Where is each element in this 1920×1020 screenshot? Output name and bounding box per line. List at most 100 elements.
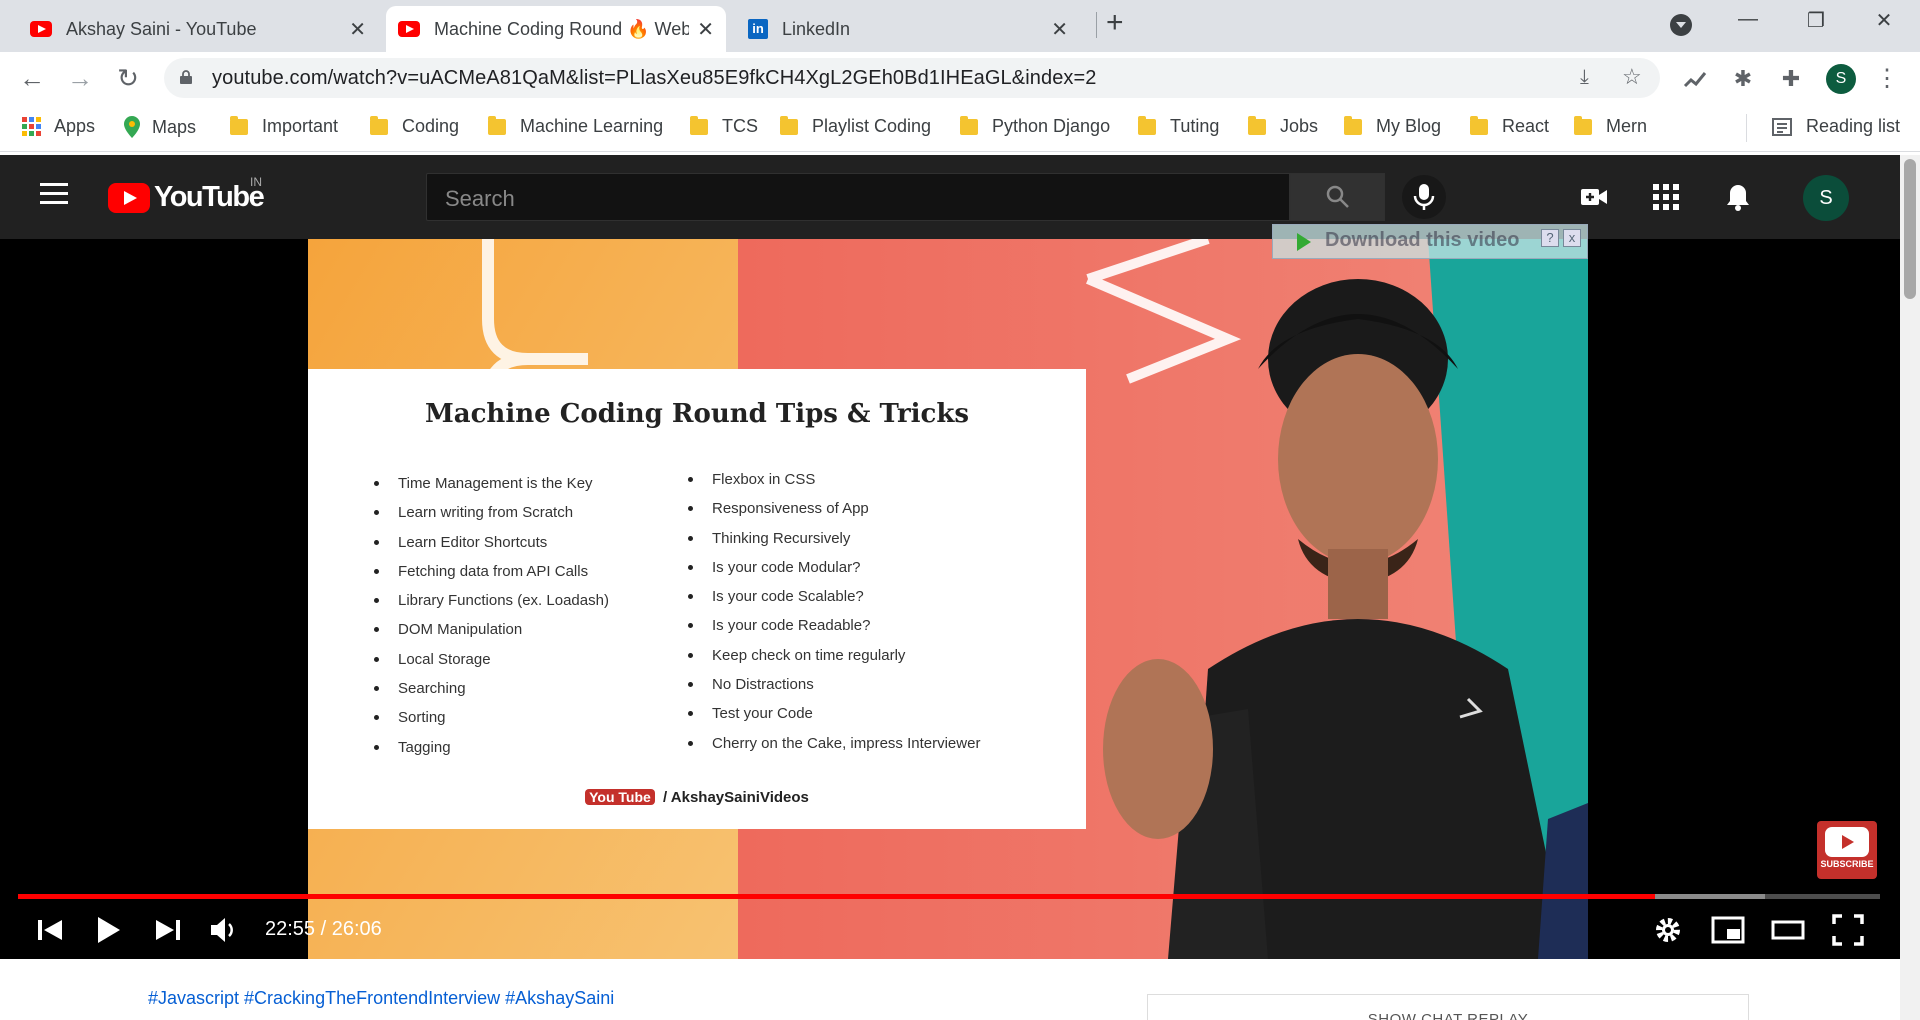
- settings-gear-icon[interactable]: [1650, 912, 1686, 948]
- page-scrollbar[interactable]: [1900, 155, 1920, 1020]
- extensions-puzzle-icon[interactable]: ✚: [1778, 66, 1804, 92]
- bookmark-maps[interactable]: Maps: [124, 116, 196, 138]
- apps-grid-icon[interactable]: [1652, 183, 1680, 211]
- slide-list-item: Is your code Modular?: [682, 553, 980, 582]
- forward-icon[interactable]: →: [64, 64, 96, 92]
- fullscreen-icon[interactable]: [1830, 912, 1866, 948]
- tab-machine-coding-round[interactable]: Machine Coding Round 🔥 Web ✕: [386, 6, 726, 52]
- slide-list-item: Cherry on the Cake, impress Interviewer: [682, 729, 980, 758]
- bookmark-label: React: [1502, 116, 1550, 136]
- folder-icon: [370, 115, 388, 135]
- close-tab-icon[interactable]: ✕: [349, 17, 366, 42]
- address-bar[interactable]: youtube.com/watch?v=uACMeA81QaM&list=PLl…: [164, 58, 1660, 98]
- restore-icon[interactable]: ❐: [1796, 8, 1836, 33]
- slide-list-item: Is your code Scalable?: [682, 582, 980, 611]
- youtube-header: YouTube IN Search S: [0, 155, 1900, 239]
- bookmark-star-icon[interactable]: ☆: [1622, 64, 1642, 90]
- bookmark-jobs[interactable]: Jobs: [1248, 115, 1319, 137]
- bookmark-playlist-coding[interactable]: Playlist Coding: [780, 115, 931, 137]
- notifications-bell-icon[interactable]: [1724, 183, 1752, 211]
- bookmark-label: My Blog: [1376, 116, 1442, 136]
- install-app-icon[interactable]: ⤓: [1580, 66, 1589, 89]
- bookmark-my-blog[interactable]: My Blog: [1344, 115, 1442, 137]
- video-hashtags[interactable]: #Javascript #CrackingTheFrontendIntervie…: [148, 988, 614, 1009]
- folder-icon: [780, 115, 798, 135]
- slide-list-item: Searching: [368, 674, 609, 703]
- slide-list-item: Thinking Recursively: [682, 524, 980, 553]
- minimize-icon[interactable]: —: [1728, 8, 1768, 31]
- reading-list-button[interactable]: Reading list: [1772, 116, 1900, 137]
- bookmark-react[interactable]: React: [1470, 115, 1550, 137]
- voice-search-button[interactable]: [1402, 175, 1446, 219]
- bug-extension-icon[interactable]: ✱: [1730, 66, 1756, 92]
- lock-icon: [180, 70, 192, 84]
- bookmark-tcs[interactable]: TCS: [690, 115, 758, 137]
- subscribe-watermark[interactable]: SUBSCRIBE: [1817, 821, 1877, 879]
- bookmark-label: Coding: [402, 116, 460, 136]
- search-input[interactable]: Search: [426, 173, 1290, 221]
- video-progress-bar[interactable]: [18, 894, 1880, 899]
- back-icon[interactable]: ←: [16, 64, 48, 92]
- search-button[interactable]: [1290, 173, 1385, 221]
- tab-title: Machine Coding Round 🔥 Web: [434, 18, 690, 39]
- microphone-icon: [1413, 184, 1435, 210]
- subscribe-play-icon: [1825, 827, 1869, 857]
- folder-icon: [1248, 115, 1266, 135]
- bookmark-apps[interactable]: Apps: [22, 116, 95, 137]
- analytics-extension-icon[interactable]: [1682, 66, 1708, 92]
- show-chat-replay-button[interactable]: SHOW CHAT REPLAY: [1147, 994, 1749, 1020]
- bookmark-coding[interactable]: Coding: [370, 115, 460, 137]
- apps-grid-icon: [22, 116, 41, 136]
- search-icon: [1326, 185, 1349, 208]
- bookmark-python-django[interactable]: Python Django: [960, 115, 1110, 137]
- bookmark-label: Important: [262, 116, 339, 136]
- bookmark-label: Jobs: [1280, 116, 1319, 136]
- slide-card: Machine Coding Round Tips & Tricks Time …: [308, 369, 1086, 829]
- youtube-account-avatar[interactable]: S: [1803, 175, 1849, 221]
- hamburger-menu-icon[interactable]: [40, 183, 68, 205]
- bookmark-important[interactable]: Important: [230, 115, 339, 137]
- close-tab-icon[interactable]: ✕: [697, 17, 714, 42]
- close-tab-icon[interactable]: ✕: [1051, 17, 1068, 42]
- bookmark-mern[interactable]: Mern: [1574, 115, 1647, 137]
- slide-list-item: DOM Manipulation: [368, 615, 609, 644]
- youtube-logo[interactable]: YouTube IN: [108, 175, 265, 214]
- download-video-overlay[interactable]: Download this video ? x: [1272, 224, 1588, 259]
- volume-icon[interactable]: [206, 912, 242, 948]
- new-tab-icon[interactable]: +: [1106, 6, 1124, 40]
- create-video-icon[interactable]: [1580, 183, 1608, 211]
- youtube-mini-logo: You Tube: [585, 789, 655, 805]
- slide-title: Machine Coding Round Tips & Tricks: [424, 399, 970, 429]
- previous-video-icon[interactable]: [32, 912, 68, 948]
- download-close-button[interactable]: x: [1563, 229, 1581, 247]
- close-window-icon[interactable]: ✕: [1864, 8, 1904, 33]
- more-menu-icon[interactable]: ⋮: [1874, 66, 1900, 92]
- play-icon[interactable]: [90, 912, 126, 948]
- slide-list-item: Flexbox in CSS: [682, 465, 980, 494]
- youtube-play-logo-icon: [108, 182, 150, 213]
- played-bar: [18, 894, 1655, 899]
- slide-list-left: Time Management is the Key Learn writing…: [368, 469, 609, 762]
- download-help-button[interactable]: ?: [1541, 229, 1559, 247]
- miniplayer-icon[interactable]: [1710, 912, 1746, 948]
- bookmark-label: TCS: [722, 116, 758, 136]
- reading-list-label: Reading list: [1806, 116, 1901, 136]
- theater-mode-icon[interactable]: [1770, 912, 1806, 948]
- slide-list-item: Sorting: [368, 703, 609, 732]
- bookmark-tuting[interactable]: Tuting: [1138, 115, 1219, 137]
- country-code: IN: [250, 175, 262, 189]
- slide-list-item: Time Management is the Key: [368, 469, 609, 498]
- browser-toolbar: ← → ↻ youtube.com/watch?v=uACMeA81QaM&li…: [0, 52, 1920, 104]
- tab-search-icon[interactable]: [1670, 14, 1692, 36]
- profile-avatar[interactable]: S: [1826, 64, 1856, 94]
- video-frame[interactable]: Machine Coding Round Tips & Tricks Time …: [308, 239, 1588, 959]
- bookmark-label: Apps: [54, 116, 96, 136]
- bookmark-machine-learning[interactable]: Machine Learning: [488, 115, 663, 137]
- next-video-icon[interactable]: [150, 912, 186, 948]
- tab-linkedin[interactable]: in LinkedIn ✕: [736, 6, 1080, 52]
- tab-akshay-saini-youtube[interactable]: Akshay Saini - YouTube ✕: [18, 6, 378, 52]
- scrollbar-thumb[interactable]: [1904, 159, 1916, 299]
- folder-icon: [1574, 115, 1592, 135]
- reload-icon[interactable]: ↻: [112, 64, 144, 92]
- video-player[interactable]: Machine Coding Round Tips & Tricks Time …: [0, 239, 1900, 959]
